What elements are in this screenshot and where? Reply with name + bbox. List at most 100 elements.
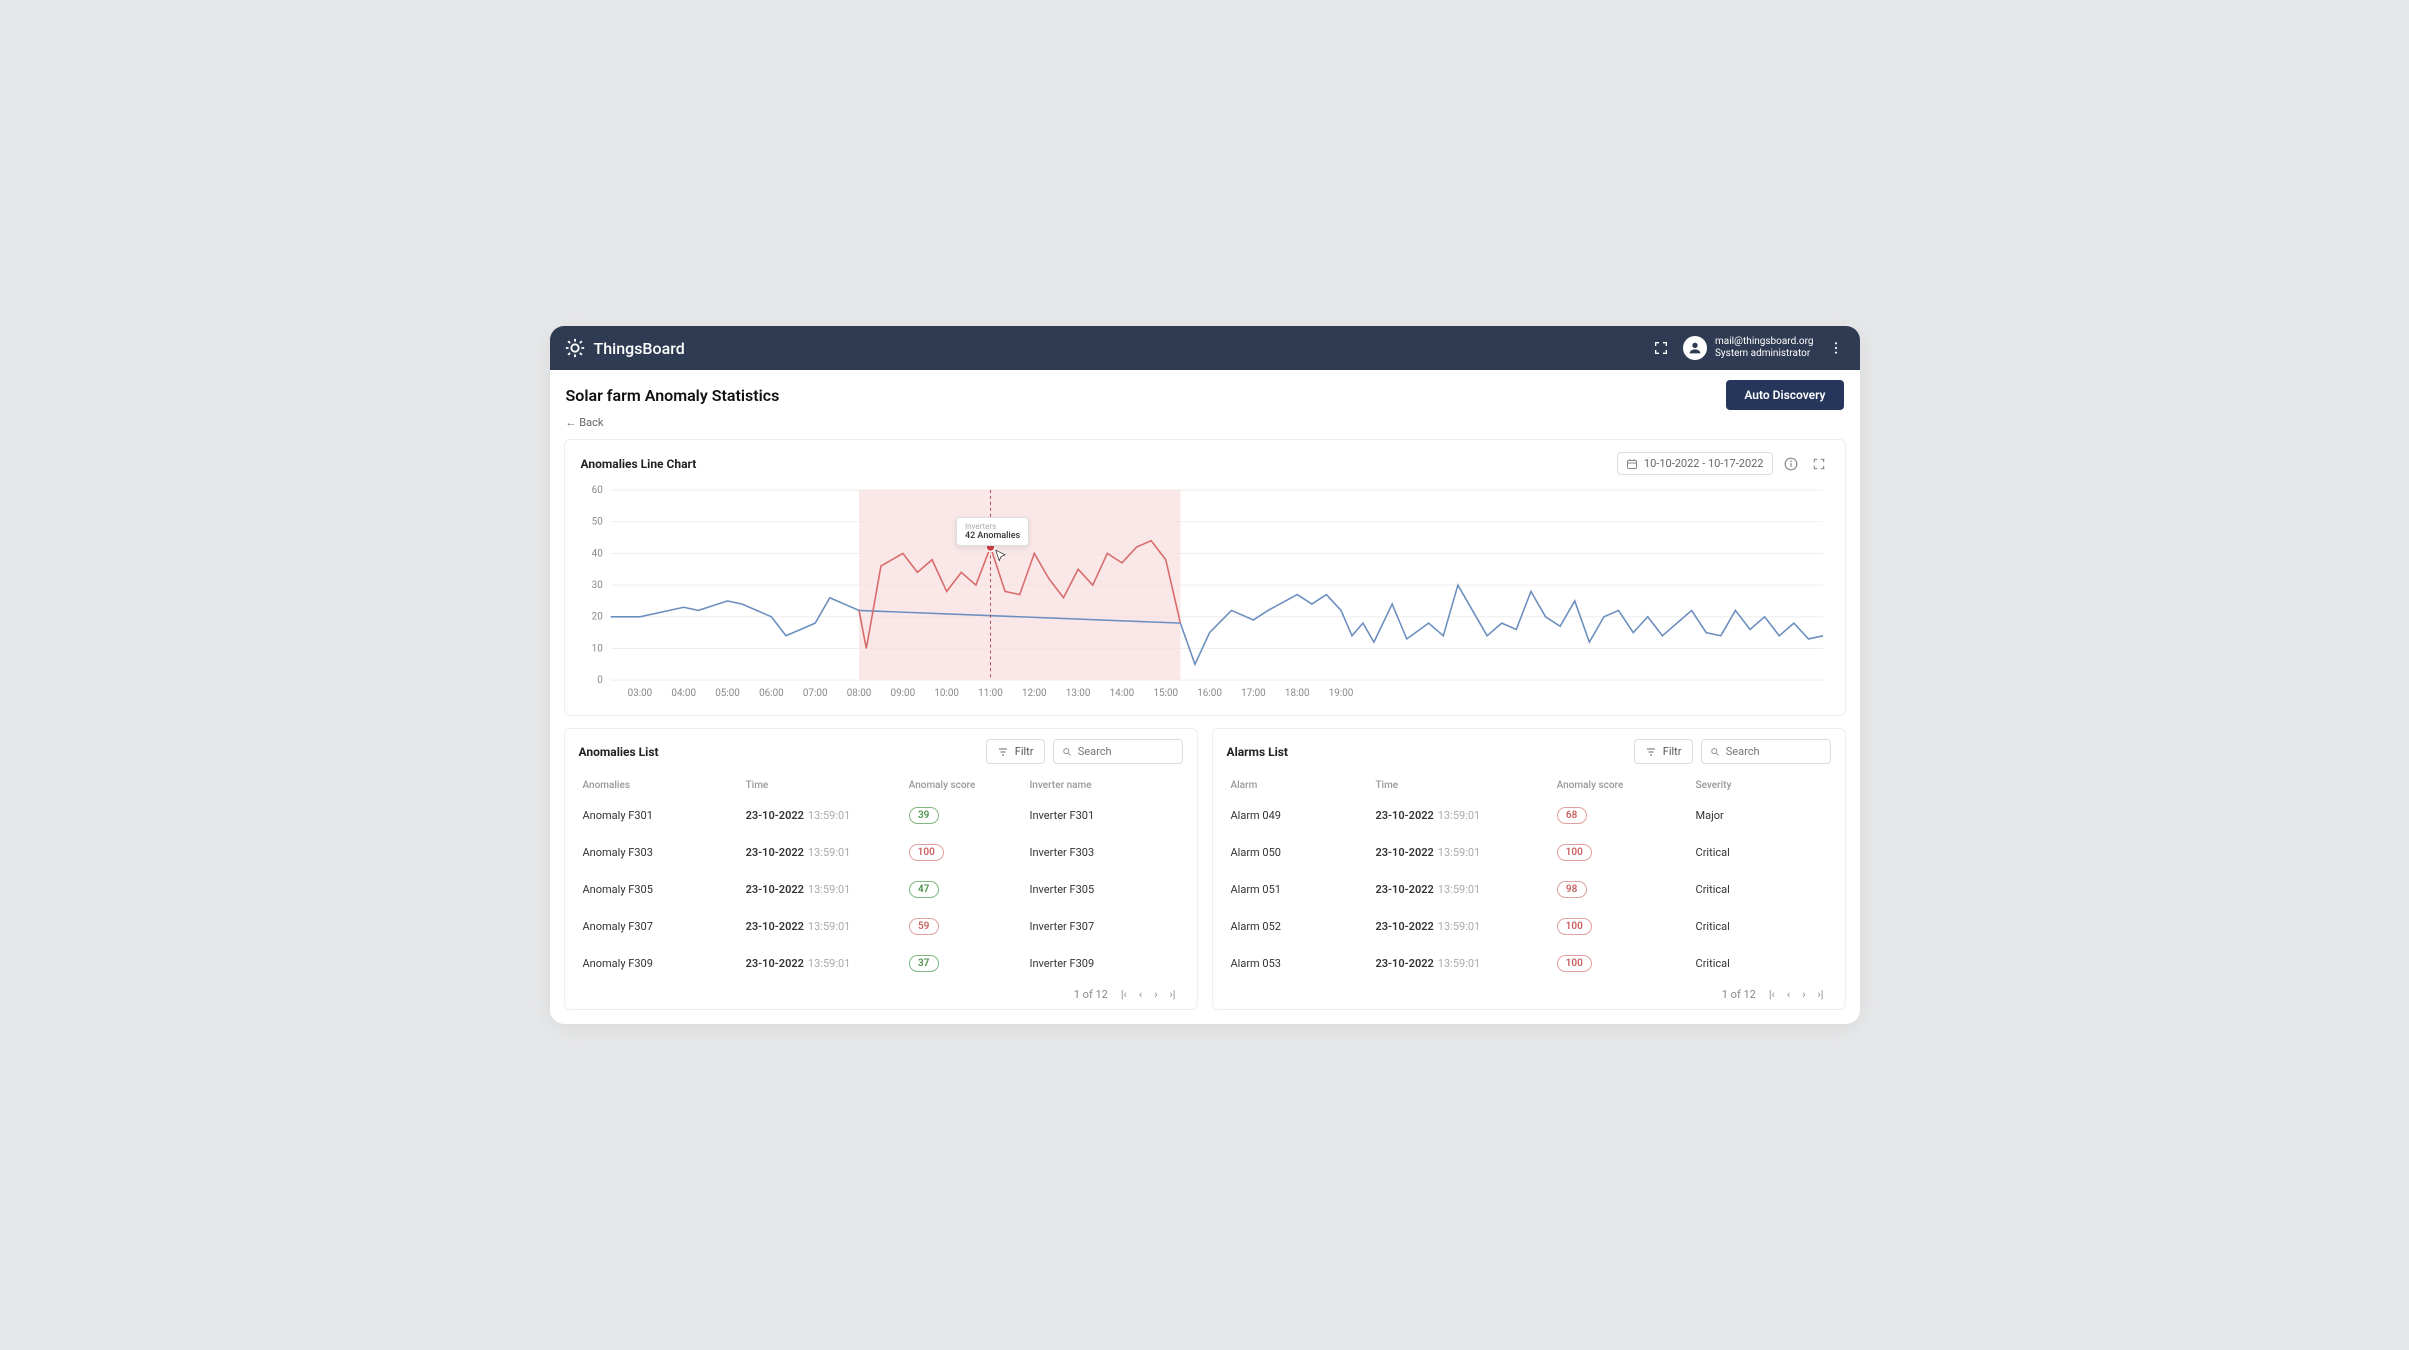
svg-text:50: 50 [591,517,602,528]
svg-text:0: 0 [597,675,603,686]
user-role: System administrator [1715,348,1814,360]
chart-fullscreen-icon[interactable] [1809,454,1829,474]
search-icon [1710,746,1720,758]
brand: ThingsBoard [564,337,685,359]
chart-card: Anomalies Line Chart 10-10-2022 - 10-17-… [564,439,1846,716]
table-row[interactable]: Anomaly F30323-10-202213:59:01100Inverte… [579,834,1183,871]
svg-text:07:00: 07:00 [802,688,827,699]
pager-prev-icon[interactable]: ‹ [1784,988,1793,1001]
page-header: Solar farm Anomaly Statistics Auto Disco… [550,370,1860,416]
pager-first-icon[interactable]: |‹ [1118,988,1130,1001]
chart-header: Anomalies Line Chart 10-10-2022 - 10-17-… [581,452,1829,475]
table-row[interactable]: Alarm 04923-10-202213:59:0168Major [1227,797,1831,834]
filter-icon [1645,746,1657,758]
svg-text:09:00: 09:00 [890,688,915,699]
date-range-text: 10-10-2022 - 10-17-2022 [1644,457,1764,470]
pager-text: 1 of 12 [1722,988,1756,1001]
anomalies-head: Anomalies List Filtr [579,739,1183,764]
table-row[interactable]: Anomaly F30723-10-202213:59:0159Inverter… [579,908,1183,945]
alarms-pager: 1 of 12 |‹ ‹ › ›| [1227,982,1831,1003]
pager-last-icon[interactable]: ›| [1815,988,1827,1001]
svg-text:17:00: 17:00 [1241,688,1266,699]
anomalies-pager: 1 of 12 |‹ ‹ › ›| [579,982,1183,1003]
table-row[interactable]: Anomaly F30123-10-202213:59:0139Inverter… [579,797,1183,834]
anomalies-filter-button[interactable]: Filtr [986,739,1045,764]
calendar-icon [1626,458,1638,470]
brand-logo-icon [564,337,586,359]
svg-text:20: 20 [591,612,602,623]
svg-text:18:00: 18:00 [1284,688,1309,699]
user-email: mail@thingsboard.org [1715,336,1814,348]
pager-next-icon[interactable]: › [1151,988,1160,1001]
svg-text:04:00: 04:00 [671,688,696,699]
pager-text: 1 of 12 [1074,988,1108,1001]
chart-area[interactable]: 0 10 20 30 40 50 60 03:00 04:00 05:00 06:00 07:00 08… [581,483,1829,703]
app-window: ThingsBoard mail@thingsboard.org System … [550,326,1860,1024]
col-score: Anomaly score [905,774,1026,797]
lists-row: Anomalies List Filtr Anomalies Time [550,728,1860,1024]
alarms-search-input[interactable] [1726,745,1822,758]
svg-text:11:00: 11:00 [978,688,1003,699]
chart-tools: 10-10-2022 - 10-17-2022 [1617,452,1829,475]
svg-text:15:00: 15:00 [1153,688,1178,699]
col-time: Time [742,774,905,797]
table-row[interactable]: Alarm 05123-10-202213:59:0198Critical [1227,871,1831,908]
pager-first-icon[interactable]: |‹ [1766,988,1778,1001]
col-score: Anomaly score [1553,774,1692,797]
more-icon[interactable] [1826,338,1846,358]
filter-icon [997,746,1009,758]
svg-text:06:00: 06:00 [759,688,784,699]
col-inverter: Inverter name [1025,774,1182,797]
table-row[interactable]: Alarm 05223-10-202213:59:01100Critical [1227,908,1831,945]
svg-text:14:00: 14:00 [1109,688,1134,699]
svg-text:40: 40 [591,548,602,559]
pager-next-icon[interactable]: › [1799,988,1808,1001]
pager-last-icon[interactable]: ›| [1167,988,1179,1001]
table-row[interactable]: Anomaly F30923-10-202213:59:0137Inverter… [579,945,1183,982]
user-info: mail@thingsboard.org System administrato… [1715,336,1814,360]
svg-text:12:00: 12:00 [1021,688,1046,699]
alarms-card: Alarms List Filtr Alarm Time [1212,728,1846,1010]
date-range-picker[interactable]: 10-10-2022 - 10-17-2022 [1617,452,1773,475]
col-severity: Severity [1692,774,1831,797]
table-row[interactable]: Anomaly F30523-10-202213:59:0147Inverter… [579,871,1183,908]
anomalies-search[interactable] [1053,739,1183,764]
anomalies-title: Anomalies List [579,745,659,759]
col-alarm: Alarm [1227,774,1372,797]
svg-text:60: 60 [591,485,602,496]
anomalies-table: Anomalies Time Anomaly score Inverter na… [579,774,1183,982]
chart-title: Anomalies Line Chart [581,457,697,471]
search-icon [1062,746,1072,758]
svg-text:30: 30 [591,580,602,591]
svg-text:13:00: 13:00 [1065,688,1090,699]
auto-discovery-button[interactable]: Auto Discovery [1726,380,1843,410]
table-row[interactable]: Alarm 05323-10-202213:59:01100Critical [1227,945,1831,982]
anomalies-search-input[interactable] [1078,745,1174,758]
svg-text:03:00: 03:00 [627,688,652,699]
fullscreen-icon[interactable] [1651,338,1671,358]
alarms-head: Alarms List Filtr [1227,739,1831,764]
topbar-right: mail@thingsboard.org System administrato… [1651,336,1846,360]
topbar: ThingsBoard mail@thingsboard.org System … [550,326,1860,370]
alarms-search[interactable] [1701,739,1831,764]
anomalies-card: Anomalies List Filtr Anomalies Time [564,728,1198,1010]
alarms-filter-button[interactable]: Filtr [1634,739,1693,764]
info-icon[interactable] [1781,454,1801,474]
page-title: Solar farm Anomaly Statistics [566,386,780,405]
back-link[interactable]: ← Back [550,416,1860,439]
svg-text:10: 10 [591,643,602,654]
col-time: Time [1371,774,1552,797]
pager-prev-icon[interactable]: ‹ [1136,988,1145,1001]
brand-name: ThingsBoard [594,339,685,358]
svg-text:05:00: 05:00 [715,688,740,699]
svg-text:08:00: 08:00 [846,688,871,699]
svg-text:16:00: 16:00 [1197,688,1222,699]
alarms-title: Alarms List [1227,745,1289,759]
col-anomalies: Anomalies [579,774,742,797]
table-row[interactable]: Alarm 05023-10-202213:59:01100Critical [1227,834,1831,871]
svg-text:10:00: 10:00 [934,688,959,699]
user-menu[interactable]: mail@thingsboard.org System administrato… [1683,336,1814,360]
alarms-table: Alarm Time Anomaly score Severity Alarm … [1227,774,1831,982]
svg-text:19:00: 19:00 [1328,688,1353,699]
avatar-icon [1683,336,1707,360]
